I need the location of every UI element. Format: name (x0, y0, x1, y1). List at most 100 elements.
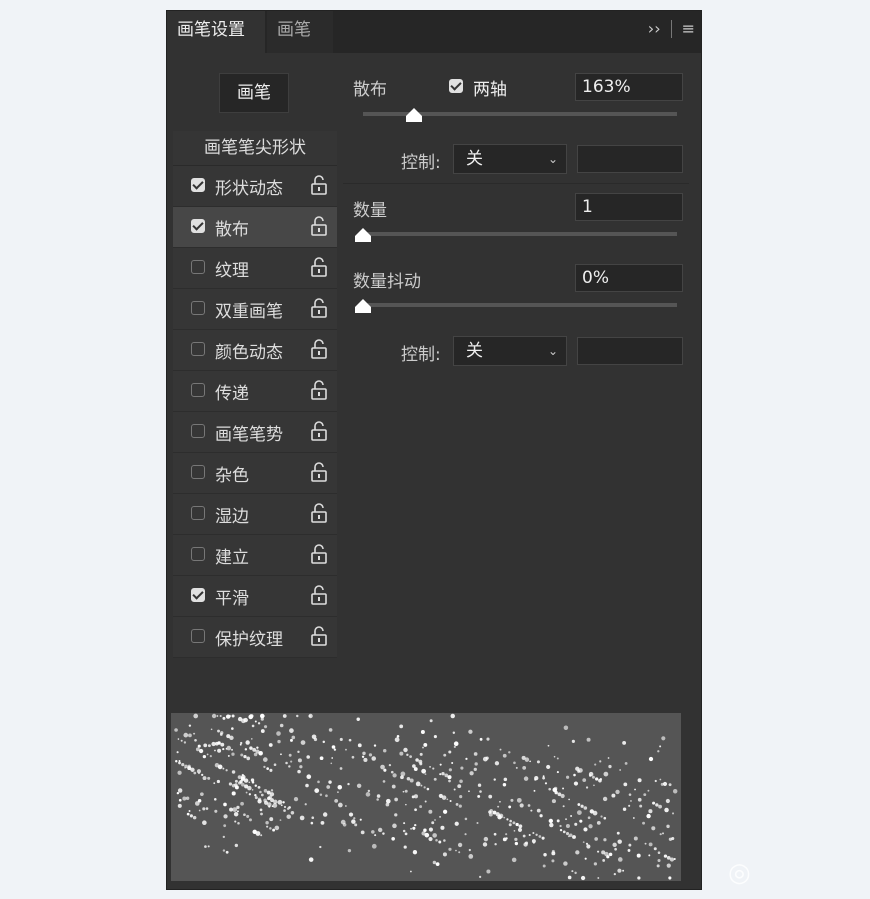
slider-thumb[interactable] (406, 108, 423, 122)
option-checkbox[interactable] (191, 506, 205, 520)
option-item[interactable]: 杂色 (173, 453, 337, 494)
unlock-icon[interactable] (311, 421, 327, 441)
chevron-down-icon: ⌄ (547, 344, 558, 358)
count-slider[interactable] (355, 228, 677, 242)
scatter-dot (523, 776, 529, 781)
option-item[interactable]: 传递 (173, 371, 337, 412)
scatter-dot (668, 783, 672, 787)
scatter-dot (313, 737, 318, 742)
option-item[interactable]: 平滑 (173, 576, 337, 617)
option-checkbox[interactable] (191, 301, 205, 315)
scatter-dot (612, 842, 617, 848)
hamburger-menu-icon[interactable]: ≡ (682, 19, 695, 38)
unlock-icon[interactable] (311, 175, 327, 195)
option-label: 湿边 (215, 507, 249, 527)
option-item[interactable]: 散布 (173, 207, 337, 248)
scatter-dot (473, 767, 477, 771)
scatter-control-select[interactable]: 关 ⌄ (453, 144, 567, 174)
option-checkbox[interactable] (191, 424, 205, 438)
scatter-dot (622, 740, 627, 745)
count-jitter-slider[interactable] (355, 299, 677, 313)
scatter-dot (519, 803, 524, 808)
option-checkbox[interactable] (191, 547, 205, 561)
scatter-dot (542, 864, 546, 868)
option-checkbox[interactable] (191, 178, 205, 192)
scatter-dot (223, 814, 228, 819)
watermark-logo: ◎ (728, 858, 751, 888)
unlock-icon[interactable] (311, 462, 327, 482)
tab-brush[interactable]: 画笔 (267, 11, 333, 53)
scatter-slider[interactable] (363, 108, 677, 122)
brush-presets-button[interactable]: 画笔 (219, 73, 289, 113)
scatter-dot (272, 803, 278, 808)
scatter-dot (588, 824, 593, 829)
scatter-dot (522, 834, 526, 838)
scatter-dot (216, 715, 219, 717)
scatter-dot (517, 827, 523, 832)
option-checkbox[interactable] (191, 629, 205, 643)
scatter-dot (428, 809, 433, 814)
slider-thumb[interactable] (355, 299, 371, 313)
unlock-icon[interactable] (311, 626, 327, 646)
slider-thumb[interactable] (355, 228, 371, 242)
scatter-dot (600, 815, 603, 818)
scatter-dot (432, 767, 435, 770)
scatter-dot (419, 805, 423, 809)
unlock-icon[interactable] (311, 380, 327, 400)
option-label: 颜色动态 (215, 343, 283, 363)
scatter-dot (563, 861, 568, 866)
scatter-dot (449, 799, 452, 803)
scatter-dot (592, 810, 598, 816)
option-checkbox[interactable] (191, 342, 205, 356)
option-item[interactable]: 颜色动态 (173, 330, 337, 371)
option-checkbox[interactable] (191, 588, 205, 602)
scatter-dot (246, 756, 251, 761)
scatter-dot (339, 737, 343, 741)
tab-brush-settings[interactable]: 画笔设置 (167, 11, 265, 53)
scatter-dot (286, 814, 291, 819)
option-item[interactable]: 画笔笔势 (173, 412, 337, 453)
option-checkbox[interactable] (191, 219, 205, 233)
unlock-icon[interactable] (311, 544, 327, 564)
count-jitter-value-input[interactable]: 0% (575, 264, 683, 292)
option-item[interactable]: 形状动态 (173, 166, 337, 207)
option-checkbox[interactable] (191, 260, 205, 274)
unlock-icon[interactable] (311, 257, 327, 277)
option-item[interactable]: 纹理 (173, 248, 337, 289)
unlock-icon[interactable] (311, 503, 327, 523)
scatter-dot (413, 794, 418, 799)
scatter-dot (412, 850, 418, 855)
scatter-dot (328, 728, 333, 732)
unlock-icon[interactable] (311, 339, 327, 359)
scatter-dot (249, 818, 252, 822)
scatter-dot (405, 803, 407, 806)
option-checkbox[interactable] (191, 383, 205, 397)
scatter-dot (200, 792, 204, 797)
option-item[interactable]: 湿边 (173, 494, 337, 535)
option-item[interactable]: 双重画笔 (173, 289, 337, 330)
scatter-dot (388, 763, 392, 767)
count-jitter-control-select[interactable]: 关 ⌄ (453, 336, 567, 366)
unlock-icon[interactable] (311, 585, 327, 605)
option-item[interactable]: 保护纹理 (173, 617, 337, 658)
scatter-dot (260, 834, 263, 837)
option-checkbox[interactable] (191, 465, 205, 479)
brush-tip-shape-item[interactable]: 画笔笔尖形状 (173, 131, 337, 166)
count-value-input[interactable]: 1 (575, 193, 683, 221)
scatter-dot (217, 748, 222, 753)
unlock-icon[interactable] (311, 298, 327, 318)
scatter-dot (672, 789, 678, 794)
scatter-value-input[interactable]: 163% (575, 73, 683, 101)
scatter-dot (176, 791, 180, 795)
scatter-dot (429, 765, 431, 768)
scatter-dot (414, 823, 417, 827)
scatter-dot (528, 833, 531, 837)
scatter-dot (596, 820, 601, 825)
scatter-dot (514, 837, 518, 842)
unlock-icon[interactable] (311, 216, 327, 236)
option-item[interactable]: 建立 (173, 535, 337, 576)
scatter-dot (289, 728, 294, 733)
count-label: 数量 (353, 201, 387, 221)
both-axes-checkbox[interactable] (449, 79, 463, 93)
double-chevron-right-icon[interactable]: ›› (648, 19, 661, 38)
